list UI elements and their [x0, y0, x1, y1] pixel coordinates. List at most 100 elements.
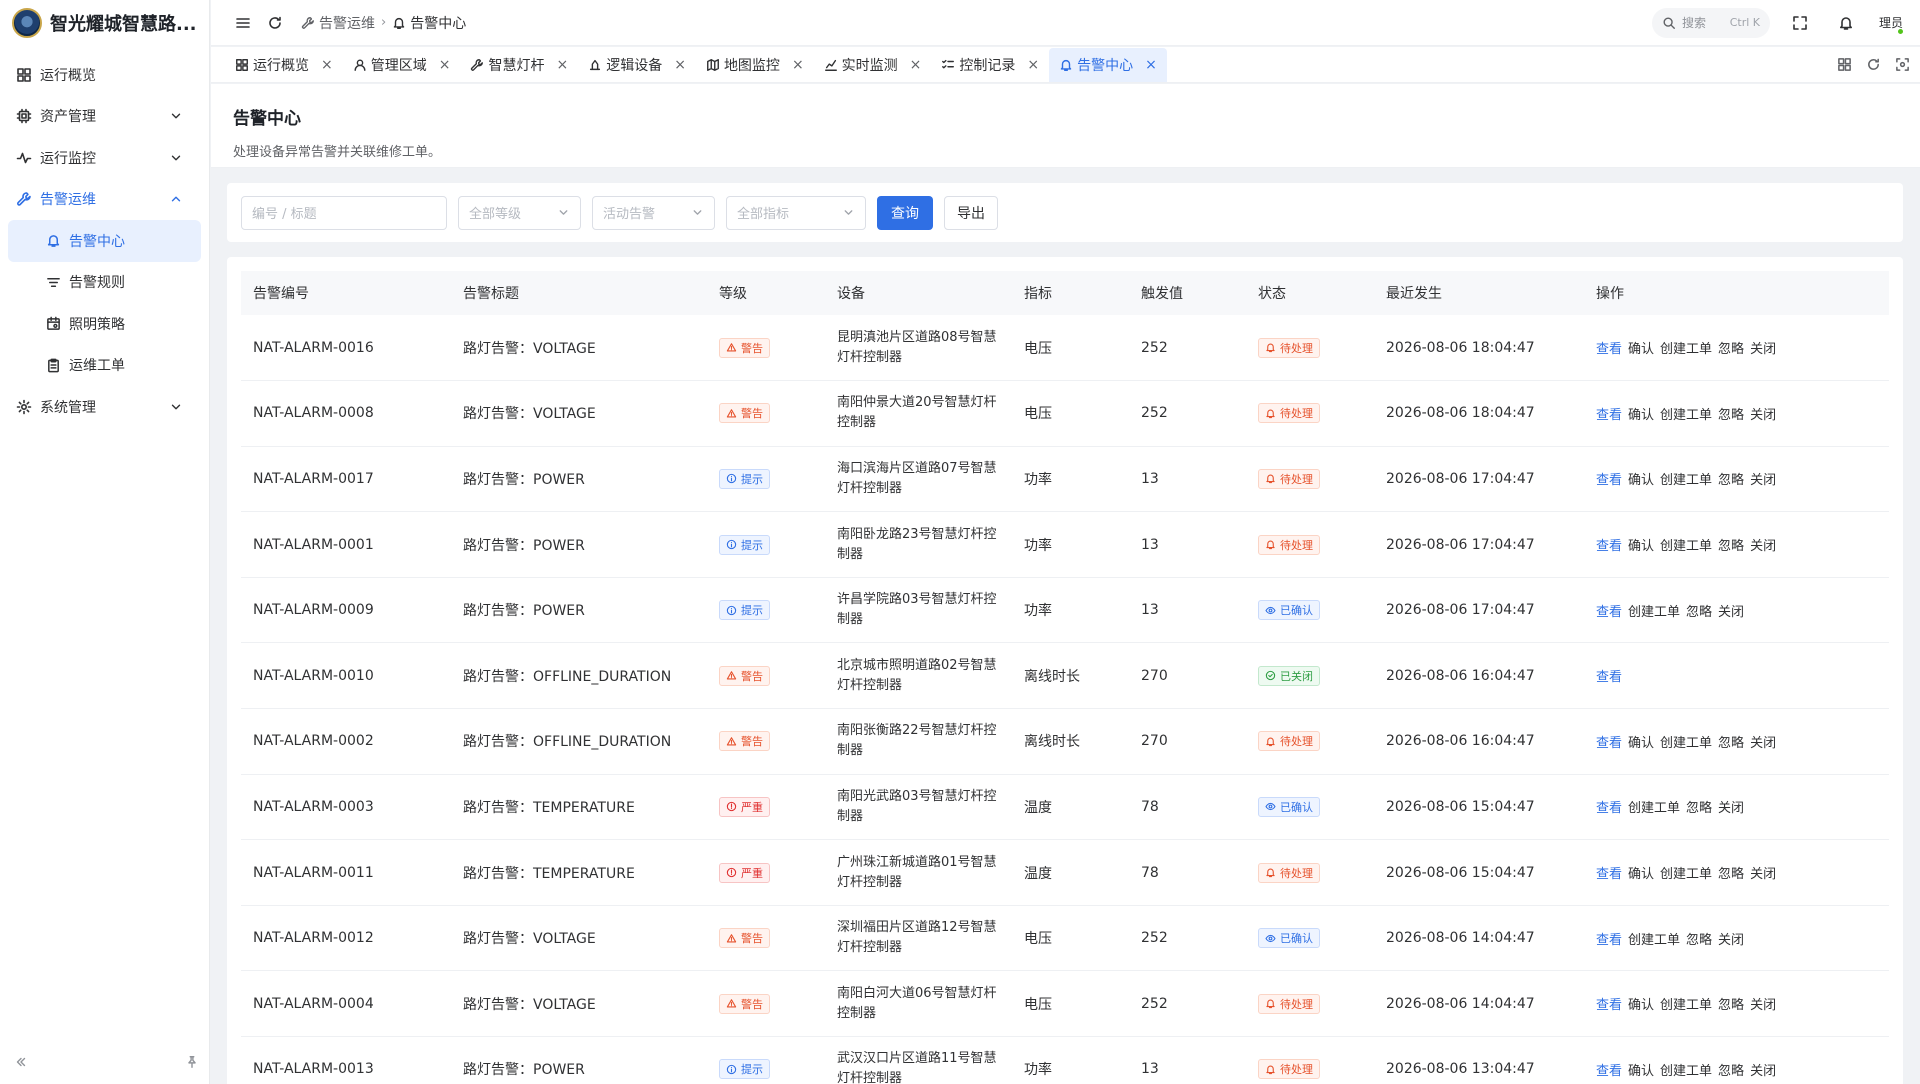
tab-overview[interactable]: 运行概览 × [225, 48, 343, 82]
view-link[interactable]: 查看 [1596, 601, 1622, 620]
tab-logic-devices[interactable]: 逻辑设备 × [578, 48, 696, 82]
close-link[interactable]: 关闭 [1750, 1060, 1776, 1079]
view-link[interactable]: 查看 [1596, 863, 1622, 882]
tab-alarm-center[interactable]: 告警中心 × [1049, 47, 1167, 82]
fullscreen-button[interactable] [1784, 7, 1816, 39]
tab-smart-poles[interactable]: 智慧灯杆 × [460, 48, 578, 82]
close-link[interactable]: 关闭 [1750, 469, 1776, 488]
view-link[interactable]: 查看 [1596, 535, 1622, 554]
close-link[interactable]: 关闭 [1718, 797, 1744, 816]
view-link[interactable]: 查看 [1596, 404, 1622, 423]
table-row[interactable]: NAT-ALARM-0011 路灯告警：TEMPERATURE 严重 广州珠江新… [241, 840, 1889, 906]
sidebar-subitem-work-orders[interactable]: 运维工单 [8, 345, 201, 387]
table-row[interactable]: NAT-ALARM-0017 路灯告警：POWER 提示 海口滨海片区道路07号… [241, 446, 1889, 512]
confirm-link[interactable]: 确认 [1628, 1060, 1654, 1079]
sidebar-item-overview[interactable]: 运行概览 [0, 54, 209, 96]
ignore-link[interactable]: 忽略 [1718, 535, 1744, 554]
table-row[interactable]: NAT-ALARM-0001 路灯告警：POWER 提示 南阳卧龙路23号智慧灯… [241, 512, 1889, 578]
tab-map-monitor[interactable]: 地图监控 × [696, 48, 814, 82]
table-row[interactable]: NAT-ALARM-0013 路灯告警：POWER 提示 武汉汉口片区道路11号… [241, 1037, 1889, 1084]
ignore-link[interactable]: 忽略 [1686, 929, 1712, 948]
close-link[interactable]: 关闭 [1750, 404, 1776, 423]
create-order-link[interactable]: 创建工单 [1660, 732, 1712, 751]
collapse-sidebar-icon[interactable] [14, 1055, 28, 1069]
tab-areas[interactable]: 管理区域 × [343, 48, 461, 82]
tab-close-icon[interactable]: × [910, 57, 922, 73]
confirm-link[interactable]: 确认 [1628, 404, 1654, 423]
global-search[interactable]: 搜索 Ctrl K [1652, 7, 1770, 38]
notifications-button[interactable] [1830, 7, 1862, 39]
tab-control-records[interactable]: 控制记录 × [931, 48, 1049, 82]
table-row[interactable]: NAT-ALARM-0010 路灯告警：OFFLINE_DURATION 警告 … [241, 643, 1889, 709]
status-select[interactable]: 活动告警 [592, 195, 715, 230]
ignore-link[interactable]: 忽略 [1686, 797, 1712, 816]
tab-close-icon[interactable]: × [1145, 57, 1157, 73]
sidebar-subitem-lighting-strategy[interactable]: 照明策略 [8, 303, 201, 345]
close-link[interactable]: 关闭 [1750, 732, 1776, 751]
tab-close-icon[interactable]: × [674, 57, 686, 73]
view-link[interactable]: 查看 [1596, 338, 1622, 357]
sidebar-subitem-alarm-rules[interactable]: 告警规则 [8, 262, 201, 304]
view-link[interactable]: 查看 [1596, 797, 1622, 816]
ignore-link[interactable]: 忽略 [1686, 601, 1712, 620]
menu-toggle-button[interactable] [227, 7, 259, 39]
close-link[interactable]: 关闭 [1750, 535, 1776, 554]
table-row[interactable]: NAT-ALARM-0009 路灯告警：POWER 提示 许昌学院路03号智慧灯… [241, 577, 1889, 643]
create-order-link[interactable]: 创建工单 [1660, 338, 1712, 357]
view-link[interactable]: 查看 [1596, 929, 1622, 948]
confirm-link[interactable]: 确认 [1628, 535, 1654, 554]
table-row[interactable]: NAT-ALARM-0016 路灯告警：VOLTAGE 警告 昆明滇池片区道路0… [241, 315, 1889, 381]
user-avatar[interactable]: 理员 [1876, 8, 1906, 38]
focus-icon[interactable] [1895, 57, 1910, 72]
table-row[interactable]: NAT-ALARM-0002 路灯告警：OFFLINE_DURATION 警告 … [241, 709, 1889, 775]
query-button[interactable]: 查询 [877, 195, 933, 230]
pin-icon[interactable] [185, 1055, 199, 1069]
app-logo[interactable]: 智光耀城智慧路... [0, 0, 209, 46]
create-order-link[interactable]: 创建工单 [1660, 994, 1712, 1013]
tab-close-icon[interactable]: × [321, 57, 333, 73]
refresh-button[interactable] [259, 7, 291, 39]
breadcrumb-item[interactable]: 告警运维 [301, 13, 375, 33]
view-link[interactable]: 查看 [1596, 732, 1622, 751]
ignore-link[interactable]: 忽略 [1718, 863, 1744, 882]
close-link[interactable]: 关闭 [1718, 601, 1744, 620]
create-order-link[interactable]: 创建工单 [1628, 929, 1680, 948]
metric-select[interactable]: 全部指标 [726, 195, 866, 230]
confirm-link[interactable]: 确认 [1628, 994, 1654, 1013]
grid-icon[interactable] [1837, 57, 1852, 72]
sidebar-item-alarm-ops[interactable]: 告警运维 [0, 179, 209, 221]
tab-close-icon[interactable]: × [439, 57, 451, 73]
table-row[interactable]: NAT-ALARM-0012 路灯告警：VOLTAGE 警告 深圳福田片区道路1… [241, 905, 1889, 971]
ignore-link[interactable]: 忽略 [1718, 732, 1744, 751]
tab-close-icon[interactable]: × [1027, 57, 1039, 73]
close-link[interactable]: 关闭 [1750, 338, 1776, 357]
close-link[interactable]: 关闭 [1750, 863, 1776, 882]
view-link[interactable]: 查看 [1596, 469, 1622, 488]
view-link[interactable]: 查看 [1596, 666, 1622, 685]
level-select[interactable]: 全部等级 [458, 195, 581, 230]
create-order-link[interactable]: 创建工单 [1660, 469, 1712, 488]
refresh-icon[interactable] [1866, 57, 1881, 72]
sidebar-item-system[interactable]: 系统管理 [0, 386, 209, 428]
tab-realtime[interactable]: 实时监测 × [814, 48, 932, 82]
create-order-link[interactable]: 创建工单 [1628, 797, 1680, 816]
ignore-link[interactable]: 忽略 [1718, 994, 1744, 1013]
export-button[interactable]: 导出 [944, 195, 998, 230]
create-order-link[interactable]: 创建工单 [1660, 1060, 1712, 1079]
tab-close-icon[interactable]: × [792, 57, 804, 73]
confirm-link[interactable]: 确认 [1628, 863, 1654, 882]
create-order-link[interactable]: 创建工单 [1660, 404, 1712, 423]
ignore-link[interactable]: 忽略 [1718, 1060, 1744, 1079]
tab-close-icon[interactable]: × [556, 57, 568, 73]
table-row[interactable]: NAT-ALARM-0003 路灯告警：TEMPERATURE 严重 南阳光武路… [241, 774, 1889, 840]
sidebar-subitem-alarm-center[interactable]: 告警中心 [8, 220, 201, 262]
create-order-link[interactable]: 创建工单 [1660, 535, 1712, 554]
confirm-link[interactable]: 确认 [1628, 469, 1654, 488]
keyword-input[interactable]: 编号 / 标题 [241, 195, 447, 230]
table-row[interactable]: NAT-ALARM-0008 路灯告警：VOLTAGE 警告 南阳仲景大道20号… [241, 381, 1889, 447]
sidebar-item-assets[interactable]: 资产管理 [0, 96, 209, 138]
confirm-link[interactable]: 确认 [1628, 338, 1654, 357]
ignore-link[interactable]: 忽略 [1718, 338, 1744, 357]
create-order-link[interactable]: 创建工单 [1660, 863, 1712, 882]
view-link[interactable]: 查看 [1596, 1060, 1622, 1079]
